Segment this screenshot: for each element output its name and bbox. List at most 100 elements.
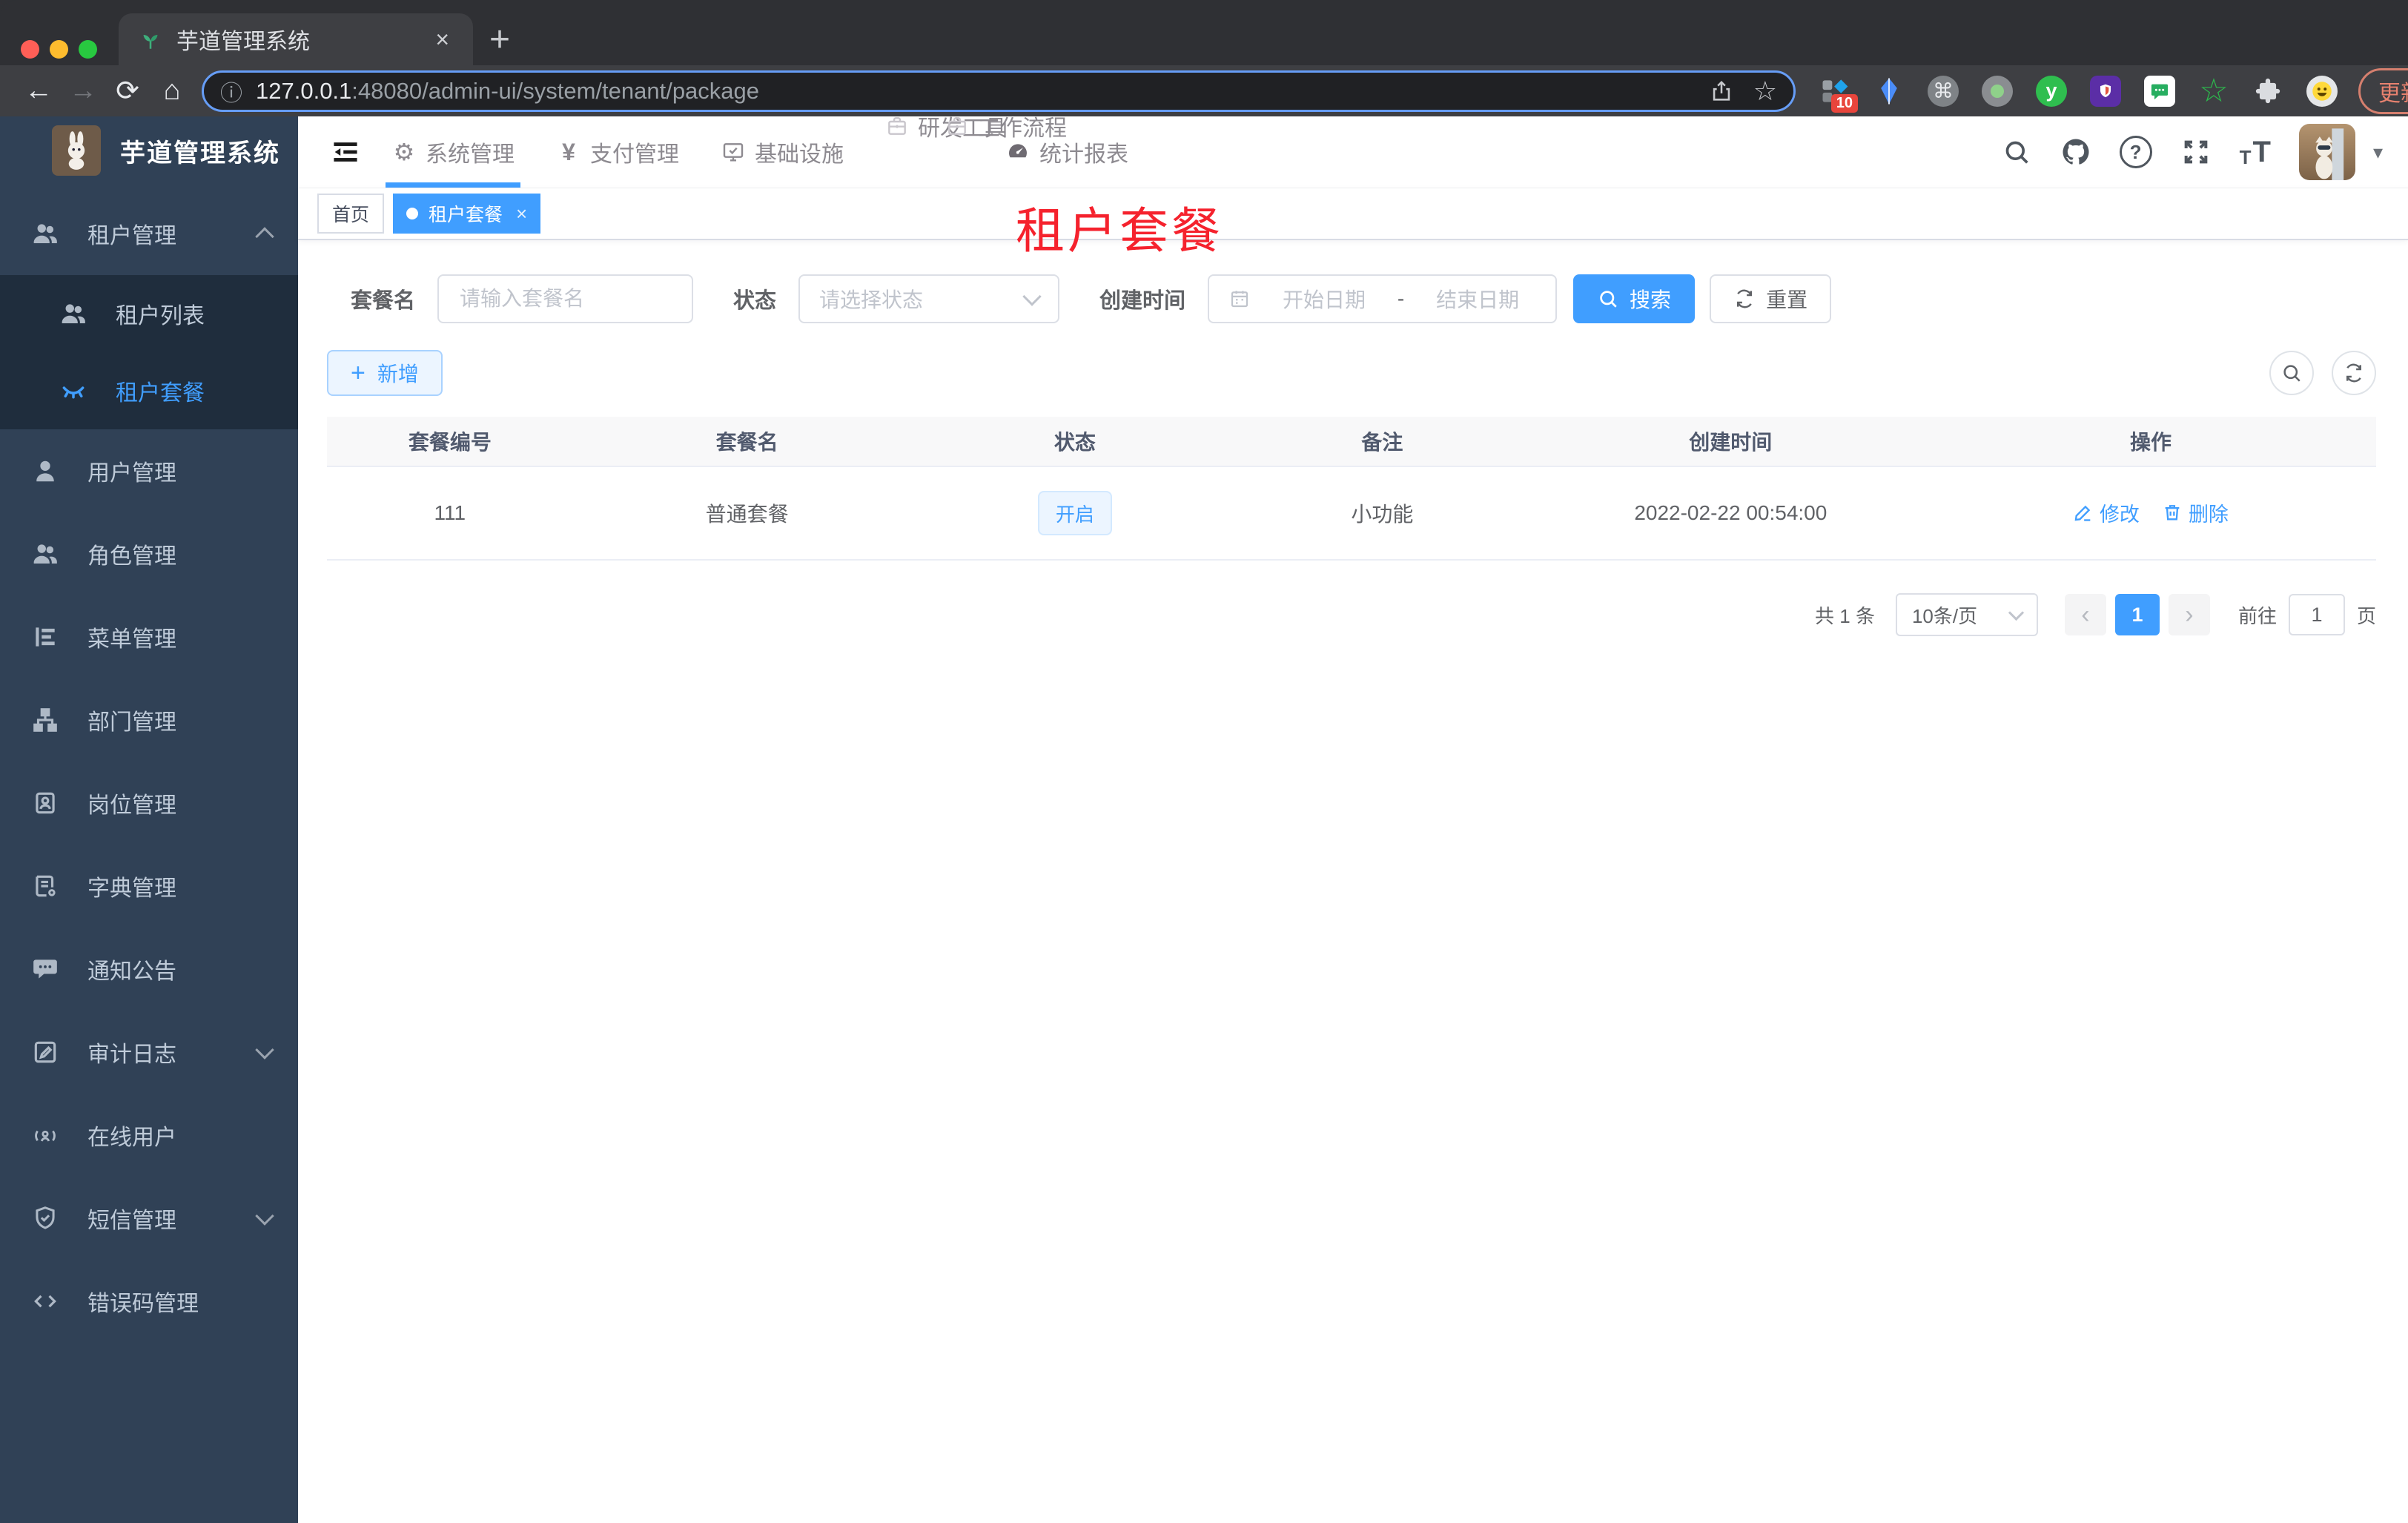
active-dot-icon [406,208,419,219]
top-nav-report[interactable]: 统计报表 [1005,116,1128,188]
shield-check-icon [36,1206,55,1229]
back-button[interactable]: ← [16,69,61,113]
browser-update-button[interactable]: 更新 ⋮ [2358,67,2408,114]
delete-label: 删除 [2188,503,2229,526]
sidebar-item-online-users[interactable]: 在线用户 [0,1094,298,1177]
edit-link[interactable]: 修改 [2073,498,2140,527]
tenant-submenu: 租户列表 租户套餐 [0,275,298,429]
top-nav-system[interactable]: ⚙ 系统管理 [386,116,520,188]
goto-unit-label: 页 [2356,604,2376,627]
sidebar-item-post-management[interactable]: 岗位管理 [0,762,298,845]
search-button[interactable]: 搜索 [1573,274,1696,323]
extension-kite-icon[interactable] [1872,74,1906,108]
reset-button[interactable]: 重置 [1710,274,1832,323]
filter-status-label: 状态 [733,289,777,313]
date-start-placeholder: 开始日期 [1282,288,1366,311]
org-tree-icon [33,708,57,732]
top-nav-label: 支付管理 [590,142,679,167]
refresh-icon [1737,289,1753,308]
filter-name: 套餐名 [351,274,694,323]
add-button-label: 新增 [377,363,419,386]
sidebar-item-error-code[interactable]: 错误码管理 [0,1260,298,1343]
tag-tenant-package[interactable]: 租户套餐 × [393,194,541,234]
sidebar-item-user-management[interactable]: 用户管理 [0,429,298,512]
sidebar-item-tenant-list[interactable]: 租户列表 [0,275,298,352]
extension-recorder-icon[interactable] [1980,74,2014,108]
sidebar-item-label: 租户管理 [87,224,176,248]
calendar-icon [1231,291,1248,308]
page-number-current[interactable]: 1 [2114,594,2160,635]
fullscreen-icon[interactable] [2180,136,2212,168]
caret-down-icon[interactable]: ▾ [2373,141,2383,164]
new-tab-button[interactable]: + [489,22,510,58]
sidebar-item-sms-management[interactable]: 短信管理 [0,1177,298,1260]
top-nav-label: 系统管理 [426,142,515,167]
sidebar-item-audit-log[interactable]: 审计日志 [0,1011,298,1094]
forward-button[interactable]: → [61,69,105,113]
window-zoom-button[interactable] [79,40,97,59]
extension-tampermonkey-icon[interactable]: 10 [1818,74,1858,113]
tags-bar: 首页 租户套餐 × 租户套餐 [298,188,2408,258]
delete-link[interactable]: 删除 [2162,498,2229,527]
site-info-icon[interactable]: ⓘ [220,75,242,108]
extension-emoji-icon[interactable] [2305,74,2339,108]
table-refresh-button[interactable] [2332,351,2376,395]
window-minimize-button[interactable] [50,40,68,59]
tag-home[interactable]: 首页 [317,194,385,234]
update-label: 更新 [2378,81,2408,106]
extension-shield-icon[interactable] [2088,74,2123,108]
page-size-select[interactable]: 10条/页 [1895,593,2038,636]
next-page-button[interactable]: › [2168,594,2210,635]
top-nav-devtools[interactable]: 研发工具 [885,116,1007,141]
window-close-button[interactable] [21,40,39,59]
bookmark-star-icon[interactable]: ☆ [1753,76,1777,107]
top-nav-infra[interactable]: 基础设施 [721,116,844,188]
goto-label: 前往 [2237,604,2277,627]
font-size-icon[interactable]: TT [2240,136,2271,169]
sidebar-item-notice[interactable]: 通知公告 [0,928,298,1011]
extension-puzzle-icon[interactable] [2251,74,2285,108]
top-nav-workflow[interactable]: 工作流程 [945,116,1067,141]
sidebar-item-role-management[interactable]: 角色管理 [0,512,298,595]
name-input[interactable] [458,286,673,311]
help-icon[interactable]: ? [2119,136,2152,168]
extension-chat-icon[interactable] [2143,74,2177,108]
header-actions: ? TT ▾ [2001,124,2383,180]
table-search-toggle-button[interactable] [2269,351,2314,395]
status-badge[interactable]: 开启 [1037,491,1112,535]
add-button[interactable]: + 新增 [327,350,443,396]
share-icon[interactable] [1709,79,1734,104]
sidebar-item-dict-management[interactable]: 字典管理 [0,845,298,928]
github-icon[interactable] [2060,136,2091,168]
date-range-picker[interactable]: 开始日期 - 结束日期 [1208,274,1558,323]
browser-toolbar: ← → ⟳ ⌂ ⓘ 127.0.0.1:48080/admin-ui/syste… [0,65,2408,116]
sidebar-item-tenant-package[interactable]: 租户套餐 [0,352,298,429]
extension-command-icon[interactable]: ⌘ [1926,74,1960,108]
extension-star-icon[interactable]: ☆ [2197,73,2231,109]
browser-tab[interactable]: 芋道管理系统 × [119,13,473,65]
sidebar-fold-icon[interactable] [329,136,362,168]
prev-page-button[interactable]: ‹ [2064,594,2106,635]
search-icon[interactable] [2001,136,2032,168]
sidebar-item-tenant-management[interactable]: 租户管理 [0,192,298,275]
chevron-down-icon [255,1206,274,1226]
sidebar-item-menu-management[interactable]: 菜单管理 [0,595,298,678]
reload-button[interactable]: ⟳ [105,69,150,113]
sidebar-brand[interactable]: 芋道管理系统 [0,116,298,185]
url-host: 127.0.0.1 [256,77,352,104]
extension-y-icon[interactable]: y [2034,74,2068,108]
search-form: 套餐名 状态 请选择状态 创建时间 [327,274,2376,323]
sidebar-item-label: 字典管理 [87,876,176,901]
goto-page-input[interactable] [2288,594,2345,635]
sidebar-item-dept-management[interactable]: 部门管理 [0,678,298,762]
top-nav-payment[interactable]: ¥ 支付管理 [556,116,679,188]
monitor-check-icon [721,139,746,165]
cell-created-at: 2022-02-22 00:54:00 [1535,466,1925,561]
status-select[interactable]: 请选择状态 [798,274,1060,323]
tag-close-icon[interactable]: × [516,202,527,225]
avatar[interactable] [2298,124,2355,180]
home-button[interactable]: ⌂ [150,69,194,113]
tab-close-icon[interactable]: × [431,26,454,53]
yen-icon: ¥ [562,138,575,165]
url-bar[interactable]: ⓘ 127.0.0.1:48080/admin-ui/system/tenant… [202,70,1796,112]
